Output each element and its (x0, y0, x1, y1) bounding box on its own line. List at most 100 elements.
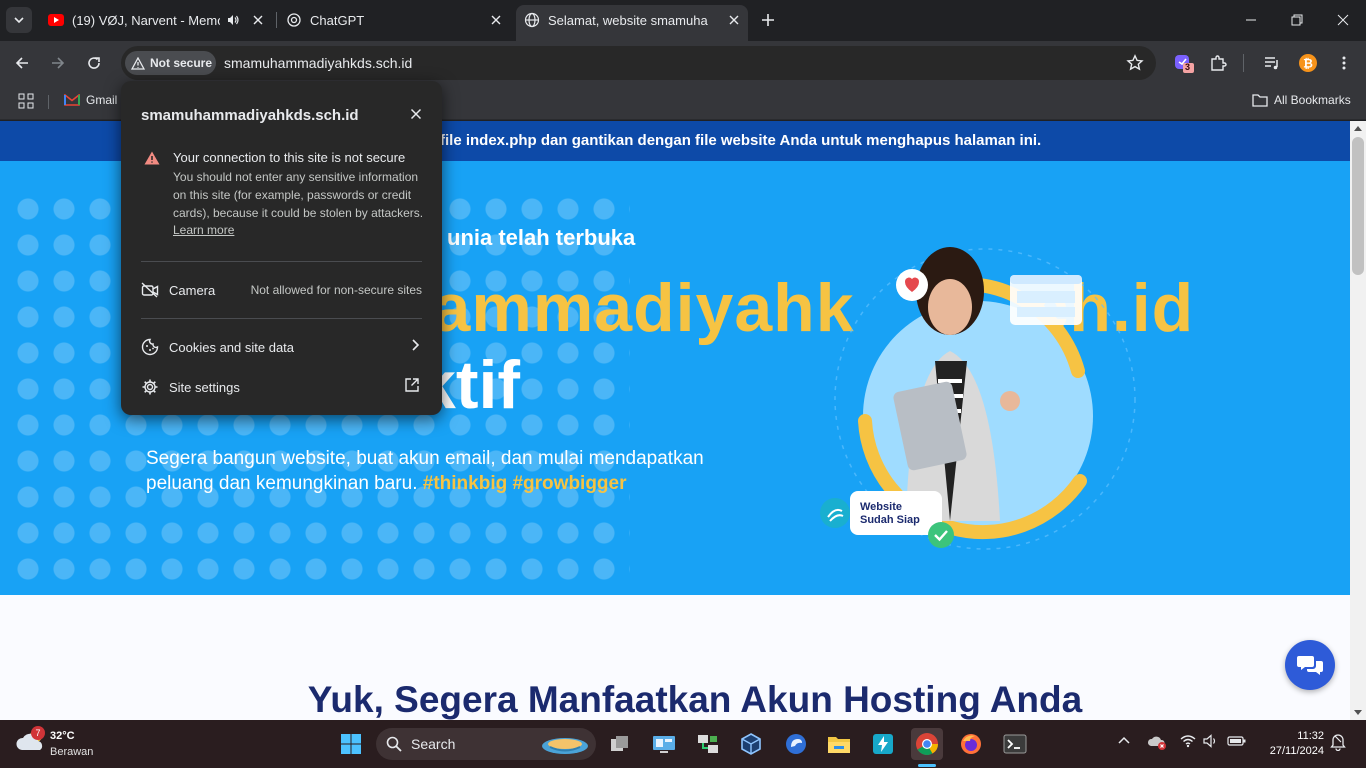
tab-close-button[interactable] (488, 12, 504, 28)
cookie-icon (141, 338, 159, 356)
learn-more-link[interactable]: Learn more (173, 223, 234, 237)
more-vertical-icon (1342, 56, 1346, 70)
warning-heading: Your connection to this site is not secu… (173, 150, 406, 165)
all-bookmarks-label: All Bookmarks (1274, 93, 1351, 107)
toolbar-separator (1243, 54, 1244, 72)
chatgpt-icon (287, 13, 301, 27)
tab-close-button[interactable] (726, 12, 742, 28)
security-chip[interactable]: Not secure (125, 51, 216, 75)
tray-battery[interactable] (1227, 734, 1247, 753)
extension-shield-icon (1175, 55, 1194, 73)
reload-icon (88, 57, 100, 69)
restore-icon (1291, 14, 1303, 26)
task-view-icon (611, 736, 628, 751)
browser-toolbar: Not secure smamuhammadiyahkds.sch.id 3 ₿ (0, 41, 1366, 85)
folder-icon (1252, 94, 1268, 107)
browser-menu-button[interactable] (1332, 51, 1356, 75)
search-icon (386, 736, 402, 752)
taskbar-search[interactable]: Search (376, 728, 596, 760)
new-tab-button[interactable] (758, 10, 778, 30)
task-view-button[interactable] (604, 728, 636, 760)
all-bookmarks-button[interactable]: All Bookmarks (1252, 93, 1351, 107)
plus-icon (762, 14, 774, 26)
taskbar-app-vpn[interactable] (692, 728, 724, 760)
site-settings-label: Site settings (169, 379, 240, 395)
taskbar-app-virtualbox[interactable] (735, 728, 767, 760)
close-window-button[interactable] (1320, 0, 1366, 40)
chat-button[interactable] (1285, 640, 1335, 690)
folder-icon (828, 737, 850, 753)
bitcoin-extension-button[interactable]: ₿ (1296, 51, 1320, 75)
reload-button[interactable] (82, 51, 106, 75)
restore-button[interactable] (1274, 0, 1320, 40)
address-bar[interactable]: Not secure smamuhammadiyahkds.sch.id (121, 46, 1156, 80)
tray-overflow-button[interactable] (1117, 734, 1131, 753)
puzzle-icon (1211, 55, 1227, 71)
media-control-button[interactable] (1260, 51, 1284, 75)
notice-suffix: dan gantikan dengan file website Anda un… (536, 132, 1042, 149)
cloud-offline-icon (1147, 736, 1166, 750)
hosting-section: Yuk, Segera Manfaatkan Akun Hosting Anda (0, 595, 1350, 720)
popup-close-button[interactable] (410, 107, 422, 125)
tab-youtube[interactable]: (19) VØJ, Narvent - Memory Reboot (40, 5, 272, 35)
arrow-left-icon (15, 57, 28, 69)
tray-onedrive[interactable] (1147, 734, 1167, 755)
taskbar-app-monitor[interactable] (648, 728, 680, 760)
page-scrollbar[interactable] (1350, 121, 1366, 720)
active-app-indicator (918, 764, 936, 767)
site-settings-row[interactable]: Site settings (141, 376, 422, 398)
hero-tags: #thinkbig #growbigger (422, 473, 627, 494)
cookies-label: Cookies and site data (169, 339, 295, 355)
taskbar-app-edge-browser[interactable] (780, 728, 812, 760)
notification-button[interactable] (1330, 733, 1346, 756)
security-chip-label: Not secure (150, 56, 213, 70)
tab-close-button[interactable] (250, 12, 266, 28)
clock-date: 27/11/2024 (1269, 745, 1324, 757)
forward-button[interactable] (46, 51, 70, 75)
taskbar-app-lightning[interactable] (867, 728, 899, 760)
scroll-up-arrow[interactable] (1354, 126, 1362, 131)
extension-button[interactable]: 3 (1172, 51, 1196, 75)
badge-line-2: Sudah Siap (860, 514, 920, 526)
badge-line-1: Website (860, 501, 902, 513)
close-icon (491, 15, 501, 25)
chrome-icon (916, 733, 938, 755)
back-button[interactable] (10, 51, 34, 75)
close-icon (410, 108, 422, 120)
warning-triangle-icon (144, 151, 160, 165)
taskbar-app-terminal[interactable] (999, 728, 1031, 760)
weather-desc: Berawan (50, 746, 94, 758)
search-highlight-icon (542, 738, 588, 754)
tab-chatgpt[interactable]: ChatGPT (278, 5, 510, 35)
extensions-menu-button[interactable] (1206, 51, 1230, 75)
minimize-button[interactable] (1228, 0, 1274, 40)
tab-active-website[interactable]: Selamat, website smamuhammadiyahkds.sch.… (516, 5, 748, 41)
taskbar-app-firefox[interactable] (955, 728, 987, 760)
tray-wifi[interactable] (1180, 734, 1196, 753)
camera-permission-row[interactable]: Camera Not allowed for non-secure sites (141, 279, 422, 301)
wifi-icon (1180, 735, 1196, 748)
gmail-icon (64, 94, 80, 106)
bookmark-gmail[interactable]: Gmail (64, 93, 117, 107)
scroll-down-arrow[interactable] (1354, 710, 1362, 715)
close-icon (253, 15, 263, 25)
bookmark-star-button[interactable] (1126, 54, 1144, 77)
tab-strip: (19) VØJ, Narvent - Memory Reboot ChatGP… (0, 0, 1366, 41)
url-text[interactable]: smamuhammadiyahkds.sch.id (224, 55, 412, 71)
speaker-icon (1203, 734, 1216, 748)
start-button[interactable] (335, 728, 367, 760)
extension-badge: 3 (1185, 62, 1191, 72)
apps-button[interactable] (18, 93, 34, 109)
tab-search-button[interactable] (6, 7, 32, 33)
camera-label: Camera (169, 282, 216, 298)
popup-divider (141, 261, 422, 262)
cookies-row[interactable]: Cookies and site data (141, 336, 422, 358)
taskbar-app-chrome[interactable] (911, 728, 943, 760)
taskbar-app-file-explorer[interactable] (823, 728, 855, 760)
tray-volume[interactable] (1203, 734, 1219, 753)
minimize-icon (1246, 19, 1256, 21)
system-clock[interactable]: 11:32 27/11/2024 (1258, 729, 1324, 759)
speaker-icon[interactable] (226, 13, 240, 27)
battery-icon (1227, 736, 1246, 746)
scroll-thumb[interactable] (1352, 137, 1364, 275)
